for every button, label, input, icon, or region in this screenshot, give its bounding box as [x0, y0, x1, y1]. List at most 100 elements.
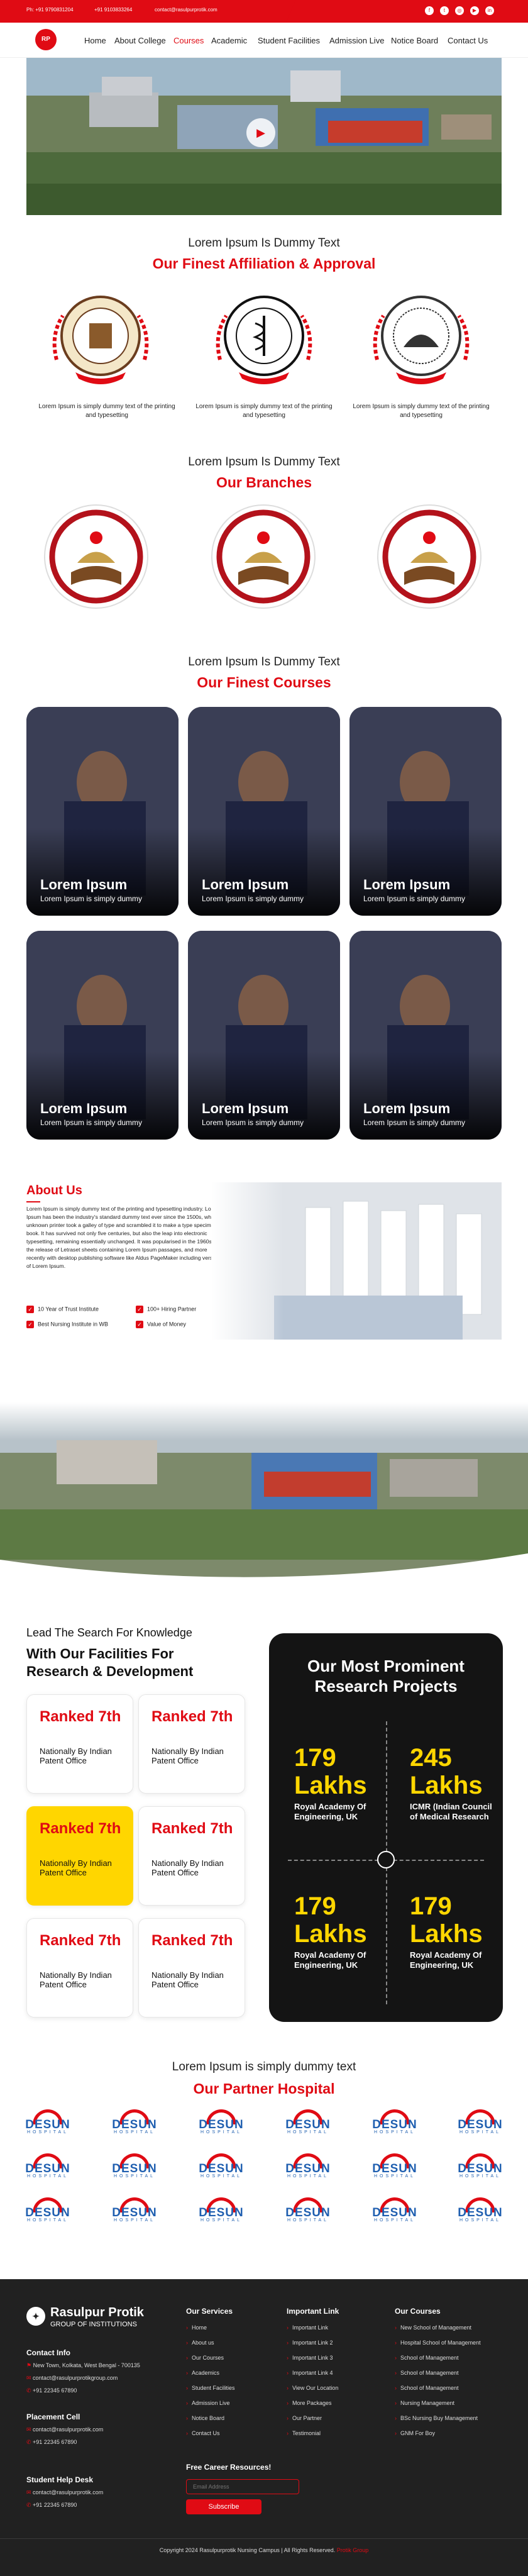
course-subtitle: Lorem Ipsum is simply dummy	[40, 1118, 143, 1127]
project-value: 245 Lakhs	[410, 1744, 483, 1799]
placement-phone[interactable]: ✆ +91 22345 67890	[26, 2439, 77, 2446]
footer-link-courses[interactable]: School of Management	[395, 2355, 459, 2361]
footer-link-services[interactable]: Academics	[186, 2370, 219, 2376]
footer-link-services[interactable]: Admission Live	[186, 2400, 230, 2406]
nav-academic[interactable]: Academic	[211, 36, 247, 45]
phone-2[interactable]: +91 9103833264	[94, 7, 132, 13]
branch-logo-3[interactable]	[376, 503, 483, 610]
partner-logo[interactable]: DESUN HOSPITAL	[366, 2109, 424, 2135]
subscribe-button[interactable]: Subscribe	[186, 2499, 261, 2514]
play-video-button[interactable]: ▶	[246, 118, 275, 147]
footer-brand-sub: GROUP OF INSTITUTIONS	[50, 2321, 137, 2328]
partner-logo[interactable]: DESUN HOSPITAL	[19, 2109, 77, 2135]
footer-link-important[interactable]: View Our Location	[287, 2385, 338, 2391]
contact-phone[interactable]: ✆ +91 22345 67890	[26, 2387, 77, 2394]
footer-link-services[interactable]: Our Courses	[186, 2355, 224, 2361]
partner-logo[interactable]: DESUN HOSPITAL	[192, 2197, 250, 2223]
partner-logo[interactable]: DESUN HOSPITAL	[279, 2153, 337, 2179]
help-email[interactable]: ✉ contact@rasulpurprotik.com	[26, 2489, 103, 2496]
partner-logo[interactable]: DESUN HOSPITAL	[192, 2109, 250, 2135]
course-card[interactable]: Lorem Ipsum Lorem Ipsum is simply dummy	[188, 931, 340, 1140]
nav-about-college[interactable]: About College	[114, 36, 166, 45]
footer-link-services[interactable]: Home	[186, 2324, 207, 2331]
nav-contact-us[interactable]: Contact Us	[448, 36, 488, 45]
affiliation-badge-wbnc	[365, 284, 478, 397]
footer-link-important[interactable]: Testimonial	[287, 2430, 321, 2436]
partner-logo[interactable]: DESUN HOSPITAL	[192, 2153, 250, 2179]
partner-logo[interactable]: DESUN HOSPITAL	[106, 2153, 163, 2179]
nav-courses[interactable]: Courses	[173, 36, 204, 45]
nav-student-facilities[interactable]: Student Facilities	[258, 36, 320, 45]
partner-logo[interactable]: DESUN HOSPITAL	[451, 2153, 509, 2179]
branch-logo-2[interactable]	[210, 503, 317, 610]
branch-logo-1[interactable]	[43, 503, 150, 610]
logo[interactable]: RP	[35, 29, 57, 50]
rank-card: Ranked 7th Nationally By Indian Patent Of…	[26, 1918, 133, 2018]
linkedin-icon[interactable]: in	[485, 6, 494, 15]
help-phone[interactable]: ✆ +91 22345 67890	[26, 2502, 77, 2509]
course-card[interactable]: Lorem Ipsum Lorem Ipsum is simply dummy	[188, 707, 340, 916]
course-card[interactable]: Lorem Ipsum Lorem Ipsum is simply dummy	[349, 707, 502, 916]
course-card[interactable]: Lorem Ipsum Lorem Ipsum is simply dummy	[26, 931, 179, 1140]
newsletter-heading: Free Career Resources!	[186, 2463, 272, 2472]
course-card[interactable]: Lorem Ipsum Lorem Ipsum is simply dummy	[26, 707, 179, 916]
hero-campus-image: ▶	[26, 58, 502, 215]
newsletter-email-input[interactable]	[186, 2479, 299, 2494]
footer-link-important[interactable]: Important Link 3	[287, 2355, 333, 2361]
mail-icon: ✉	[26, 2375, 33, 2381]
twitter-icon[interactable]: t	[440, 6, 449, 15]
footer-link-important[interactable]: Important Link	[287, 2324, 328, 2331]
partner-logo[interactable]: DESUN HOSPITAL	[451, 2109, 509, 2135]
footer-link-services[interactable]: About us	[186, 2340, 214, 2346]
footer-link-courses[interactable]: School of Management	[395, 2370, 459, 2376]
partner-logo[interactable]: DESUN HOSPITAL	[106, 2109, 163, 2135]
contact-email[interactable]: ✉ contact@rasulpurprotikgroup.com	[26, 2375, 118, 2382]
nav-home[interactable]: Home	[84, 36, 106, 45]
phone-icon: ✆	[26, 2502, 33, 2508]
partner-logo[interactable]: DESUN HOSPITAL	[106, 2197, 163, 2223]
top-email[interactable]: contact@rasulpurprotik.com	[155, 7, 217, 13]
course-subtitle: Lorem Ipsum is simply dummy	[202, 894, 304, 903]
phone-icon: ✆	[26, 2439, 33, 2445]
footer-link-services[interactable]: Notice Board	[186, 2415, 224, 2421]
partner-logo[interactable]: DESUN HOSPITAL	[451, 2197, 509, 2223]
nav-admission-live[interactable]: Admission Live	[329, 36, 384, 45]
partner-logo[interactable]: DESUN HOSPITAL	[19, 2197, 77, 2223]
nav-notice-board[interactable]: Notice Board	[391, 36, 438, 45]
footer-link-services[interactable]: Contact Us	[186, 2430, 220, 2436]
footer-link-services[interactable]: Student Facilities	[186, 2385, 235, 2391]
check-item: ✓ 100+ Hiring Partner	[136, 1306, 196, 1313]
placement-email[interactable]: ✉ contact@rasulpurprotik.com	[26, 2426, 103, 2433]
partner-logo[interactable]: DESUN HOSPITAL	[366, 2153, 424, 2179]
project-desc: ICMR (Indian Council of Medical Research	[410, 1802, 492, 1821]
facilities-pretitle: Lead The Search For Knowledge	[26, 1626, 192, 1639]
footer-link-courses[interactable]: GNM For Boy	[395, 2430, 435, 2436]
footer-link-courses[interactable]: BSc Nursing Buy Management	[395, 2415, 478, 2421]
courses-title: Our Finest Courses	[197, 674, 331, 691]
footer-link-courses[interactable]: Nursing Management	[395, 2400, 454, 2406]
footer-link-important[interactable]: Our Partner	[287, 2415, 322, 2421]
footer-link-courses[interactable]: School of Management	[395, 2385, 459, 2391]
partner-logo[interactable]: DESUN HOSPITAL	[279, 2109, 337, 2135]
footer: ✦ Rasulpur Protik GROUP OF INSTITUTIONS …	[0, 2279, 528, 2576]
phone-icon: ✆	[26, 2387, 33, 2394]
facebook-icon[interactable]: f	[425, 6, 434, 15]
partner-logo[interactable]: DESUN HOSPITAL	[366, 2197, 424, 2223]
course-card[interactable]: Lorem Ipsum Lorem Ipsum is simply dummy	[349, 931, 502, 1140]
instagram-icon[interactable]: ◎	[455, 6, 464, 15]
branches-subtitle: Lorem Ipsum Is Dummy Text	[188, 455, 340, 469]
footer-link-courses[interactable]: New School of Management	[395, 2324, 471, 2331]
partner-logo[interactable]: DESUN HOSPITAL	[19, 2153, 77, 2179]
facilities-title: With Our Facilities For Research & Devel…	[26, 1646, 194, 1679]
footer-divider	[0, 2538, 528, 2539]
youtube-icon[interactable]: ▶	[470, 6, 479, 15]
partners-title: Our Partner Hospital	[193, 2080, 335, 2097]
phone-1[interactable]: Ph: +91 9790831204	[26, 7, 74, 13]
footer-link-important[interactable]: More Packages	[287, 2400, 332, 2406]
footer-link-important[interactable]: Important Link 2	[287, 2340, 333, 2346]
footer-link-courses[interactable]: Hospital School of Management	[395, 2340, 481, 2346]
help-heading: Student Help Desk	[26, 2475, 94, 2484]
copyright-link[interactable]: Protik Group	[337, 2547, 369, 2553]
footer-link-important[interactable]: Important Link 4	[287, 2370, 333, 2376]
partner-logo[interactable]: DESUN HOSPITAL	[279, 2197, 337, 2223]
